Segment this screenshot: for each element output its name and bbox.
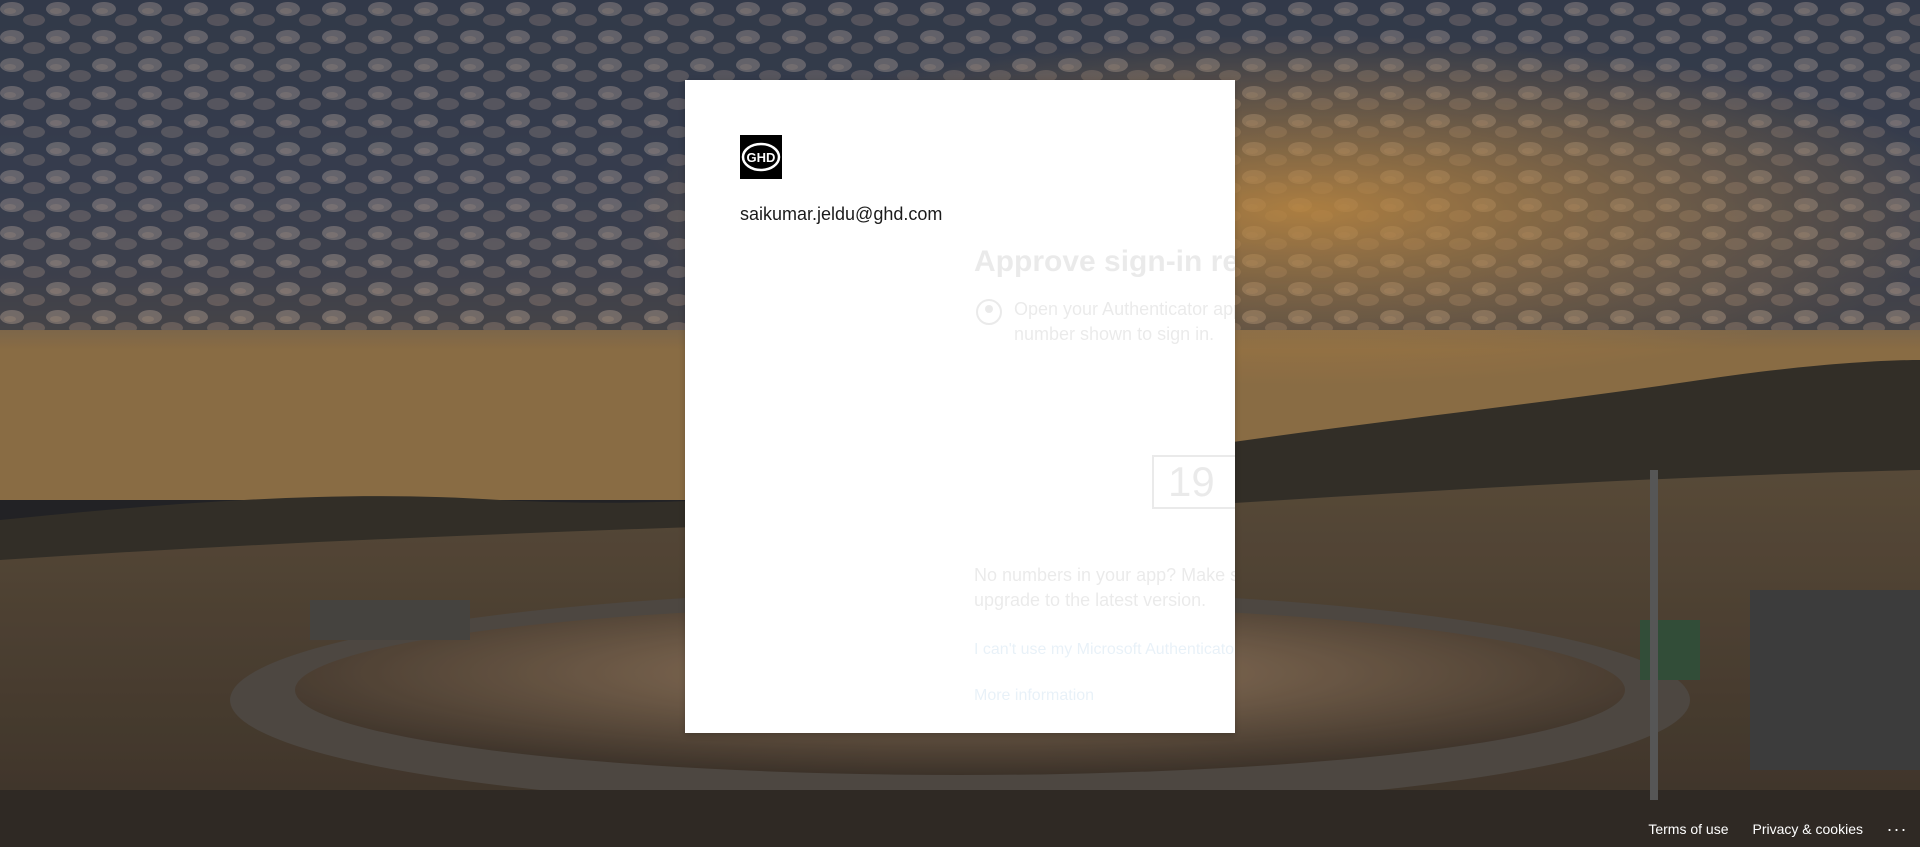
sign-in-number: 19	[1152, 455, 1235, 509]
person-icon	[976, 299, 1002, 325]
footer: Terms of use Privacy & cookies ...	[1648, 811, 1920, 847]
ghd-logo-icon: GHD	[741, 142, 781, 172]
user-identity[interactable]: saikumar.jeldu@ghd.com	[740, 204, 942, 225]
pane-title: Approve sign-in request	[974, 245, 1235, 278]
instruction-text: Open your Authenticator app, and enter t…	[1014, 299, 1235, 344]
svg-text:GHD: GHD	[747, 150, 776, 165]
privacy-cookies-link[interactable]: Privacy & cookies	[1753, 821, 1863, 837]
sign-in-card: GHD saikumar.jeldu@ghd.com Approve sign-…	[685, 80, 1235, 733]
company-logo: GHD	[740, 135, 782, 179]
help-text: No numbers in your app? Make sure to upg…	[974, 565, 1235, 610]
approve-request-pane: Approve sign-in request Open your Authen…	[974, 245, 1235, 704]
cant-use-app-link[interactable]: I can't use my Microsoft Authenticator a…	[974, 641, 1235, 659]
more-information-link[interactable]: More information	[974, 687, 1094, 705]
terms-of-use-link[interactable]: Terms of use	[1648, 821, 1728, 837]
more-options-button[interactable]: ...	[1887, 816, 1908, 834]
